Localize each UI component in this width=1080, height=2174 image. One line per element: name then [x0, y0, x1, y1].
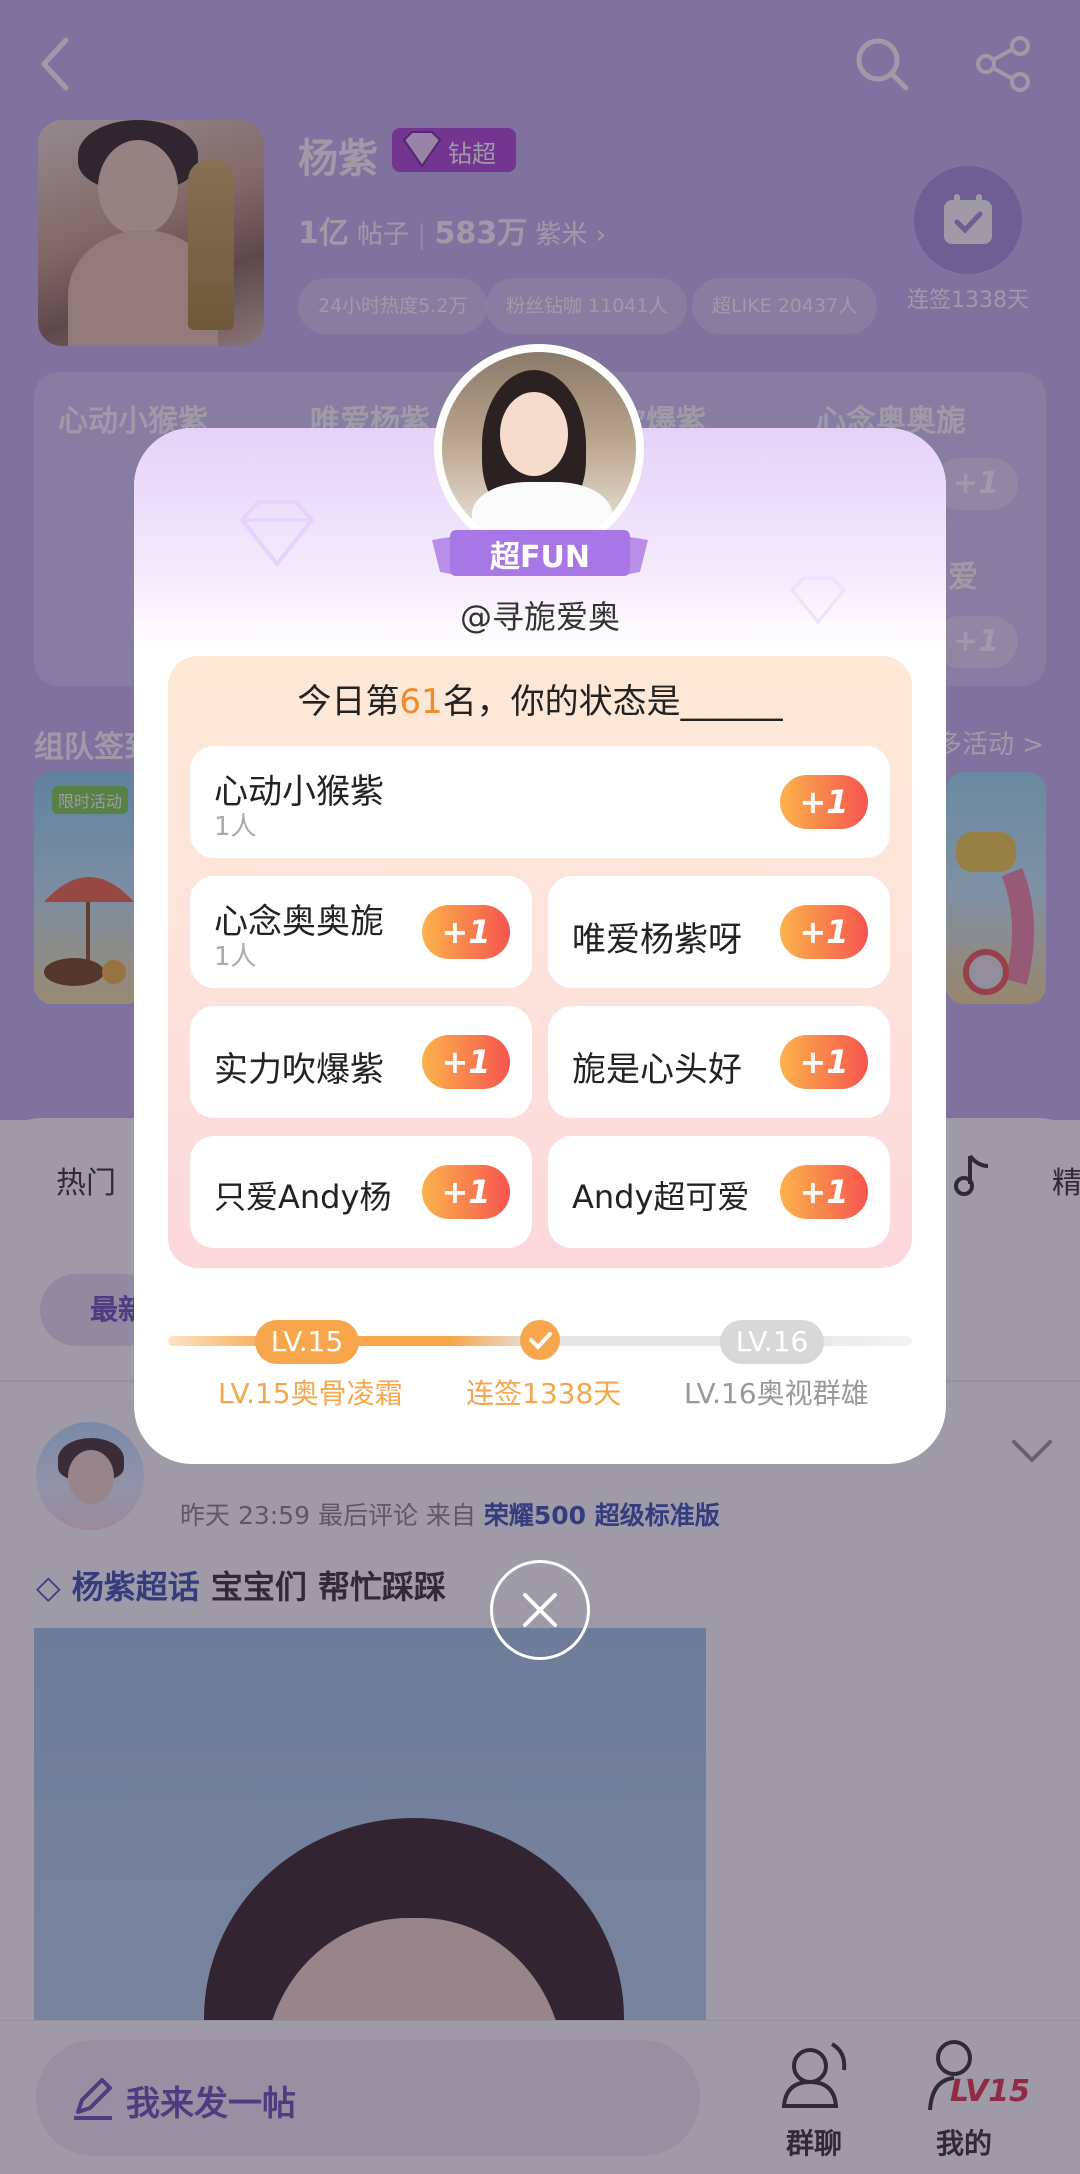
status-option-label: Andy超可爱 [572, 1178, 750, 1216]
plus-one-button[interactable]: +1 [780, 905, 868, 959]
status-option-count: 1人 [214, 812, 257, 842]
status-option-count: 1人 [214, 942, 257, 972]
close-icon [523, 1593, 557, 1627]
status-option[interactable]: 旎是心头好 +1 [548, 1006, 890, 1118]
plus-one-button[interactable]: +1 [780, 1035, 868, 1089]
status-option[interactable]: 唯爱杨紫呀 +1 [548, 876, 890, 988]
status-option-label: 实力吹爆紫 [214, 1050, 384, 1090]
fun-badge: 超FUN [432, 526, 648, 580]
level-next-name: LV.16奥视群雄 [684, 1377, 869, 1410]
rank-line: 今日第61名，你的状态是______ [168, 674, 912, 723]
level-next-pill: LV.16 [720, 1320, 824, 1364]
modal-user-avatar[interactable] [442, 352, 636, 546]
rank-number: 61 [399, 682, 443, 722]
plus-one-button[interactable]: +1 [780, 775, 868, 829]
check-icon [520, 1320, 560, 1360]
fun-badge-label: 超FUN [490, 540, 590, 575]
plus-one-button[interactable]: +1 [422, 905, 510, 959]
status-option[interactable]: Andy超可爱 +1 [548, 1136, 890, 1248]
rank-suffix: 名，你的状态是______ [442, 682, 783, 722]
status-option[interactable]: 只爱Andy杨 +1 [190, 1136, 532, 1248]
plus-one-button[interactable]: +1 [780, 1165, 868, 1219]
plus-one-button[interactable]: +1 [422, 1165, 510, 1219]
modal-user-handle: @寻旎爱奥 [459, 598, 620, 636]
status-option-label: 只爱Andy杨 [214, 1178, 392, 1216]
diamond-icon [239, 500, 315, 568]
plus-one-button[interactable]: +1 [422, 1035, 510, 1089]
status-option[interactable]: 心念奥奥旎 1人 +1 [190, 876, 532, 988]
status-option[interactable]: 心动小猴紫 1人 +1 [190, 746, 890, 858]
level-current-name: LV.15奥骨凌霜 [218, 1377, 403, 1410]
status-option-label: 唯爱杨紫呀 [572, 920, 742, 960]
level-current-pill: LV.15 [255, 1320, 359, 1364]
checkin-streak: 连签1338天 [466, 1377, 622, 1410]
status-option[interactable]: 实力吹爆紫 +1 [190, 1006, 532, 1118]
rank-prefix: 今日第 [297, 682, 400, 722]
status-option-label: 旎是心头好 [572, 1050, 742, 1090]
close-button[interactable] [490, 1560, 590, 1660]
